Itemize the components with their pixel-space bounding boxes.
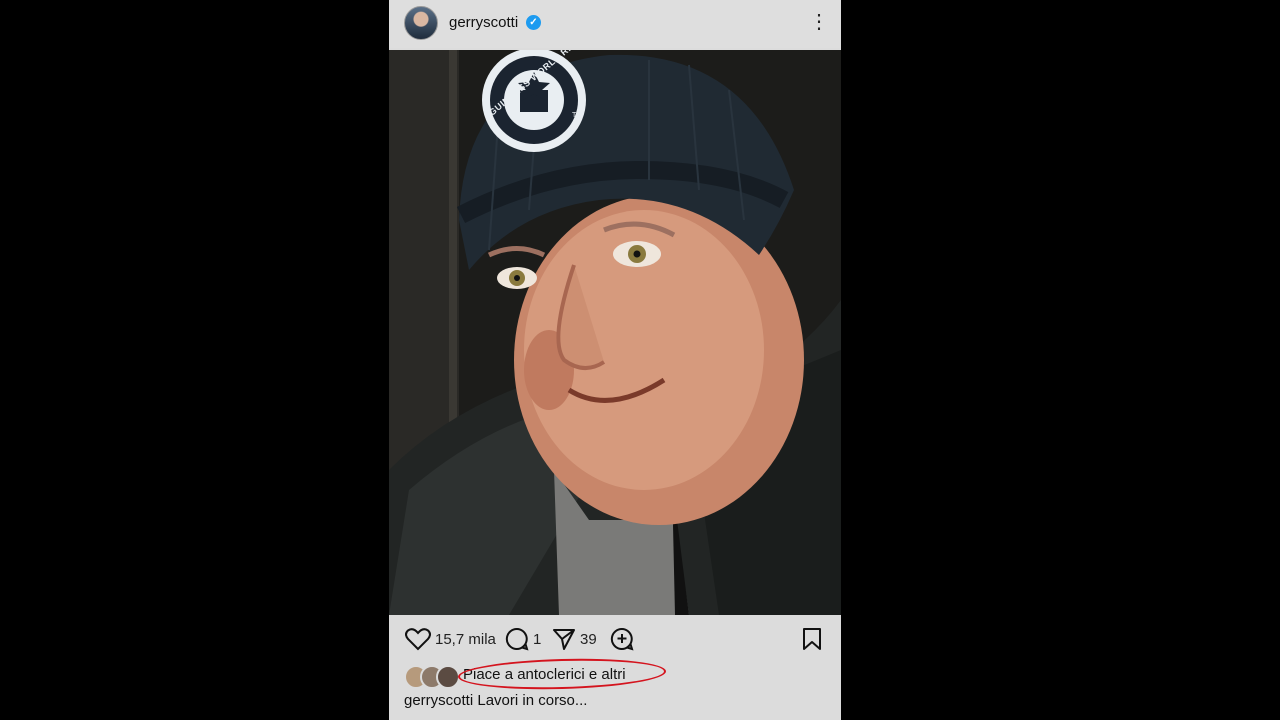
- avatar[interactable]: [404, 6, 438, 40]
- heart-icon: [405, 628, 431, 651]
- username[interactable]: gerryscotti: [449, 14, 518, 31]
- bookmark-icon: [803, 628, 821, 650]
- remix-button[interactable]: [610, 626, 634, 652]
- post-card: gerryscotti ✓ ⋮ GUINNESS WORLD TM 15,7 m…: [389, 0, 841, 720]
- hat-logo-trademark: TM: [572, 112, 583, 119]
- send-icon: [553, 629, 575, 650]
- remix-icon: [610, 627, 634, 651]
- post-photo[interactable]: GUINNESS WORLD RECORDS TM: [389, 50, 841, 615]
- verified-badge-icon: ✓: [526, 15, 541, 30]
- liker-avatar: [436, 665, 460, 689]
- comment-icon: [505, 627, 529, 651]
- bookmark-button[interactable]: [801, 626, 823, 652]
- action-bar: 15,7 mila 1 39: [389, 620, 841, 660]
- share-count: 39: [580, 630, 597, 648]
- share-button[interactable]: 39: [552, 626, 597, 652]
- like-count: 15,7 mila: [435, 630, 496, 648]
- like-button[interactable]: 15,7 mila: [405, 626, 496, 652]
- post-header: gerryscotti ✓ ⋮: [389, 0, 841, 48]
- caption: gerryscotti Lavori in corso...: [404, 692, 587, 709]
- photo-illustration: [389, 50, 841, 615]
- comment-button[interactable]: 1: [505, 626, 541, 652]
- more-vertical-icon[interactable]: ⋮: [809, 10, 829, 36]
- caption-username[interactable]: gerryscotti: [404, 692, 473, 709]
- highlight-ellipse: [457, 656, 667, 692]
- likes-row[interactable]: Piace a antoclerici e altri: [389, 656, 841, 692]
- comment-count: 1: [533, 630, 542, 648]
- caption-text: Lavori in corso...: [477, 692, 588, 709]
